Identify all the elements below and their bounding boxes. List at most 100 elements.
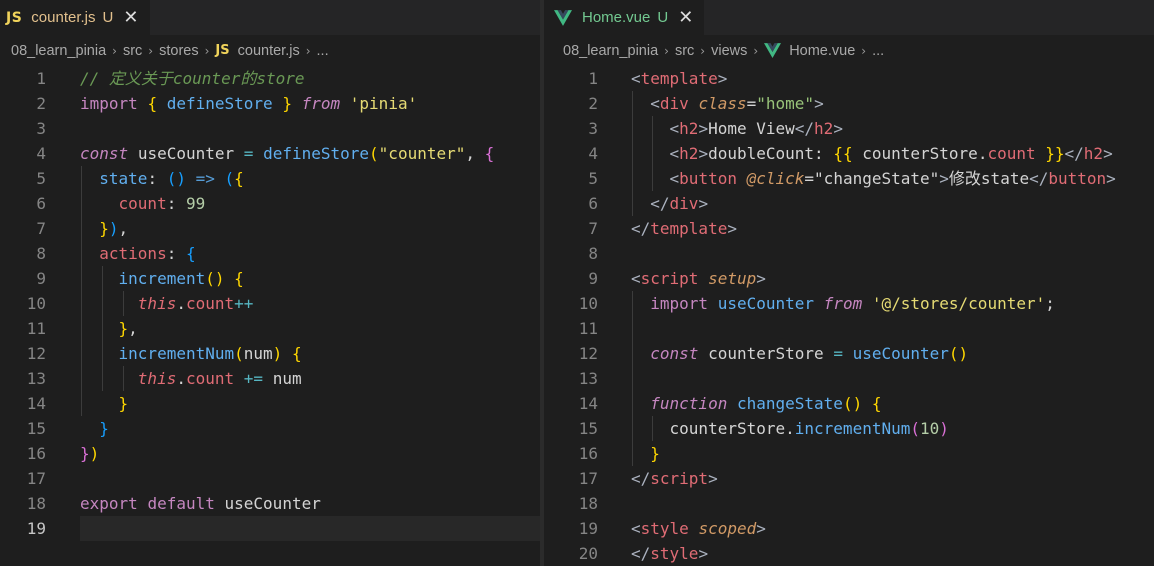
chevron-right-icon: › (861, 43, 867, 58)
breadcrumb-item[interactable]: ... (317, 43, 329, 59)
code-token: style (650, 544, 699, 563)
code-token: button (679, 169, 737, 188)
line-number: 13 (578, 369, 598, 388)
line-number: 14 (578, 394, 598, 413)
code-editor[interactable]: 1// 定义关于counter的store 2 import { defineSt… (0, 66, 540, 541)
line-number: 10 (26, 294, 46, 313)
code-token: default (147, 494, 215, 513)
line-number: 18 (26, 494, 46, 513)
code-token: useCounter (717, 294, 815, 313)
line-number: 8 (36, 244, 46, 263)
chevron-right-icon: › (112, 43, 117, 58)
code-line: 14 function changeState() { (544, 391, 1154, 416)
code-token: style (640, 519, 689, 538)
code-token: div (669, 194, 699, 213)
line-number: 18 (578, 494, 598, 513)
breadcrumb-item[interactable]: views (711, 43, 747, 59)
tab-home-vue[interactable]: Home.vue U ✕ (544, 0, 704, 35)
line-number: 11 (26, 319, 46, 338)
code-token: useCounter (137, 144, 235, 163)
close-icon[interactable]: ✕ (678, 8, 693, 27)
code-token: count (185, 369, 235, 388)
code-token: num (272, 369, 302, 388)
code-token: import (80, 94, 138, 113)
code-line: 13 this.count += num (0, 366, 540, 391)
untracked-badge: U (657, 9, 669, 26)
breadcrumb-item[interactable]: Home.vue (789, 43, 855, 59)
code-line: 16 } (544, 441, 1154, 466)
line-number: 13 (26, 369, 46, 388)
code-line: 2 <div class="home"> (544, 91, 1154, 116)
code-editor[interactable]: 1 <template> 2 <div class="home"> 3 <h2>H… (544, 66, 1154, 566)
line-number: 6 (36, 194, 46, 213)
line-number: 12 (578, 344, 598, 363)
code-token: script (640, 269, 699, 288)
editor-pane-left: JS counter.js U ✕ 08_learn_pinia › src ›… (0, 0, 540, 566)
code-line: 1 // 定义关于counter的store (0, 66, 540, 91)
code-line: 15 counterStore.incrementNum(10) (544, 416, 1154, 441)
code-token: "counter" (378, 144, 466, 163)
chevron-right-icon: › (664, 43, 669, 58)
code-line: 18 export default useCounter (0, 491, 540, 516)
code-token: h2 (1083, 144, 1104, 163)
line-number: 4 (36, 144, 46, 163)
breadcrumb-item[interactable]: src (675, 43, 694, 59)
tab-label: Home.vue (582, 9, 651, 26)
code-line: 11 }, (0, 316, 540, 341)
line-number: 6 (588, 194, 598, 213)
untracked-badge: U (102, 9, 114, 26)
code-token: count (118, 194, 167, 213)
code-line: 10 this.count++ (0, 291, 540, 316)
code-token: ++ (234, 294, 254, 313)
code-line: 2 import { defineStore } from 'pinia' (0, 91, 540, 116)
tab-counter-js[interactable]: JS counter.js U ✕ (0, 0, 150, 35)
code-line: 7 </template> (544, 216, 1154, 241)
code-token: counterStore (708, 344, 824, 363)
line-number: 11 (578, 319, 598, 338)
line-number: 9 (588, 269, 598, 288)
code-token: div (659, 94, 689, 113)
breadcrumb-item[interactable]: 08_learn_pinia (563, 43, 658, 59)
line-number: 5 (36, 169, 46, 188)
code-line: 6 </div> (544, 191, 1154, 216)
code-token: const (650, 344, 699, 363)
vue-file-icon (764, 43, 782, 58)
tab-bar: Home.vue U ✕ (544, 0, 1154, 35)
line-number: 16 (26, 444, 46, 463)
code-token: '@/stores/counter' (871, 294, 1046, 313)
code-token: h2 (679, 144, 699, 163)
code-line: 1 <template> (544, 66, 1154, 91)
chevron-right-icon: › (204, 43, 210, 58)
javascript-file-icon: JS (6, 9, 23, 26)
code-token: template (650, 219, 728, 238)
breadcrumb-item[interactable]: src (123, 43, 142, 59)
code-token: class (698, 94, 747, 113)
breadcrumb-item[interactable]: ... (872, 43, 884, 59)
code-token: setup (708, 269, 757, 288)
code-token: counterStore (862, 144, 978, 163)
code-token: this (137, 369, 177, 388)
code-token: 99 (185, 194, 206, 213)
code-line: 5 state: () => ({ (0, 166, 540, 191)
code-line: 12 incrementNum(num) { (0, 341, 540, 366)
code-token: defineStore (263, 144, 370, 163)
line-number: 12 (26, 344, 46, 363)
code-token: h2 (814, 119, 834, 138)
code-line: 5 <button @click="changeState">修改state</… (544, 166, 1154, 191)
code-token: defineStore (166, 94, 273, 113)
editor-pane-right: Home.vue U ✕ 08_learn_pinia › src › view… (544, 0, 1154, 566)
close-icon[interactable]: ✕ (123, 8, 138, 27)
line-number: 16 (578, 444, 598, 463)
code-line-current[interactable]: 19 (0, 516, 540, 541)
breadcrumb-item[interactable]: stores (159, 43, 199, 59)
breadcrumb-item[interactable]: counter.js (238, 43, 300, 59)
code-token: state (99, 169, 148, 188)
line-number: 7 (588, 219, 598, 238)
line-number: 14 (26, 394, 46, 413)
code-token: "home" (756, 94, 815, 113)
code-token: += (243, 369, 264, 388)
code-line: 17 (0, 466, 540, 491)
breadcrumb-item[interactable]: 08_learn_pinia (11, 43, 106, 59)
code-line: 9 increment() { (0, 266, 540, 291)
tab-bar: JS counter.js U ✕ (0, 0, 540, 35)
